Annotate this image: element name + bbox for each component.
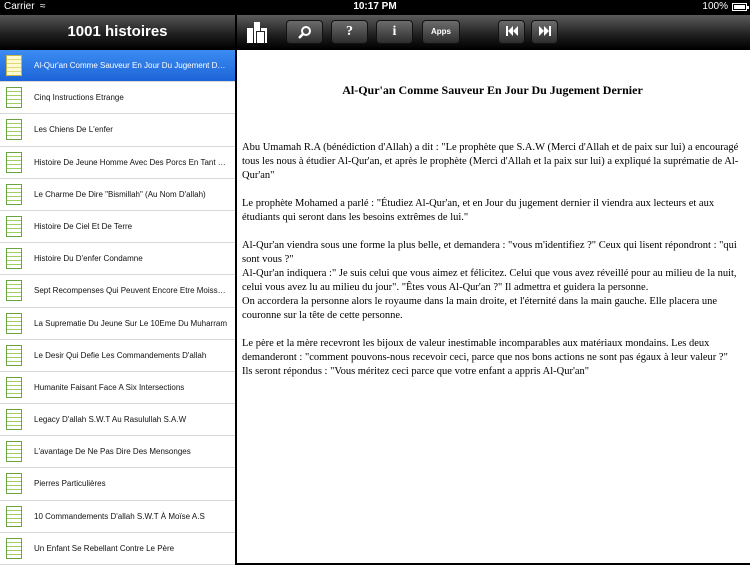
- status-bar: Carrier ≈ 10:17 PM 100%: [0, 0, 750, 15]
- story-list-item[interactable]: L'avantage De Ne Pas Dire Des Mensonges: [0, 436, 235, 469]
- document-icon: [6, 312, 22, 334]
- story-title: Al-Qur'an Comme Sauveur En Jour Du Jugem…: [34, 61, 227, 70]
- article-title: Al-Qur'an Comme Sauveur En Jour Du Jugem…: [342, 83, 643, 97]
- document-icon: [6, 376, 22, 398]
- article-paragraph: Abu Umamah R.A (bénédiction d'Allah) a d…: [242, 142, 739, 181]
- story-list-item[interactable]: Le Charme De Dire "Bismillah" (Au Nom D'…: [0, 178, 235, 211]
- document-icon: [6, 280, 22, 302]
- story-list-item[interactable]: Histoire De Jeune Homme Avec Des Porcs E…: [0, 146, 235, 179]
- document-icon: [6, 537, 22, 559]
- document-icon: [6, 441, 22, 463]
- document-icon: [6, 87, 22, 109]
- clock: 10:17 PM: [353, 1, 397, 12]
- story-title: Histoire De Jeune Homme Avec Des Porcs E…: [34, 157, 227, 167]
- document-icon: [6, 119, 22, 141]
- article-paragraph: Al-Qur'an viendra sous une forme la plus…: [242, 240, 737, 321]
- document-icon: [6, 248, 22, 270]
- story-title: Legacy D'allah S.W.T Au Rasulullah S.A.W: [34, 415, 187, 425]
- story-list-item[interactable]: Pierres Particulières: [0, 468, 235, 501]
- story-title: Humanite Faisant Face A Six Intersection…: [34, 382, 185, 392]
- story-list-item[interactable]: La Suprematie Du Jeune Sur Le 10Eme Du M…: [0, 307, 235, 340]
- story-list-item[interactable]: Histoire Du D'enfer Condamne: [0, 243, 235, 276]
- info-button[interactable]: i: [376, 20, 413, 44]
- story-title: Sept Recompenses Qui Peuvent Encore Etre…: [34, 286, 227, 296]
- story-list-item[interactable]: Cinq Instructions Etrange: [0, 82, 235, 115]
- reader-pane: ? i Apps Al-Qur'an Comme Sauveur En Jour…: [237, 15, 750, 563]
- battery-percent: 100%: [702, 1, 728, 12]
- story-title: La Suprematie Du Jeune Sur Le 10Eme Du M…: [34, 318, 227, 328]
- story-list-item[interactable]: 10 Commandements D'allah S.W.T À Moïse A…: [0, 500, 235, 533]
- story-title: Le Charme De Dire "Bismillah" (Au Nom D'…: [34, 189, 206, 199]
- app-logo-icon[interactable]: [245, 19, 273, 45]
- document-icon: [6, 344, 22, 366]
- story-title: Cinq Instructions Etrange: [34, 93, 124, 103]
- sidebar-title: 1001 histoires: [0, 15, 235, 50]
- toolbar: ? i Apps: [237, 15, 750, 50]
- story-list: Al-Qur'an Comme Sauveur En Jour Du Jugem…: [0, 50, 235, 565]
- skip-forward-icon: [538, 26, 551, 36]
- document-icon: [6, 505, 22, 527]
- story-list-item[interactable]: Sept Recompenses Qui Peuvent Encore Etre…: [0, 275, 235, 308]
- article-body: Abu Umamah R.A (bénédiction d'Allah) a d…: [242, 141, 743, 379]
- story-list-item[interactable]: Le Desir Qui Defie Les Commandements D'a…: [0, 339, 235, 372]
- story-title: L'avantage De Ne Pas Dire Des Mensonges: [34, 447, 191, 457]
- story-list-item[interactable]: Al-Qur'an Comme Sauveur En Jour Du Jugem…: [0, 50, 235, 83]
- document-icon: [6, 151, 22, 173]
- apps-button[interactable]: Apps: [422, 20, 460, 44]
- story-title: 10 Commandements D'allah S.W.T À Moïse A…: [34, 511, 205, 521]
- story-title: Le Desir Qui Defie Les Commandements D'a…: [34, 350, 207, 360]
- help-button[interactable]: ?: [331, 20, 368, 44]
- story-title: Histoire De Ciel Et De Terre: [34, 221, 133, 231]
- article-paragraph: Le père et la mère recevront les bijoux …: [242, 338, 728, 377]
- story-list-item[interactable]: Humanite Faisant Face A Six Intersection…: [0, 371, 235, 405]
- document-icon: [6, 215, 22, 237]
- magnifier-icon: [297, 26, 311, 39]
- document-icon: [6, 183, 22, 205]
- document-icon: [6, 409, 22, 431]
- document-icon: [6, 473, 22, 495]
- search-button[interactable]: [286, 20, 323, 44]
- story-list-item[interactable]: Histoire De Ciel Et De Terre: [0, 210, 235, 244]
- story-title: Pierres Particulières: [34, 479, 106, 489]
- story-title: Les Chiens De L'enfer: [34, 125, 113, 135]
- story-title: Histoire Du D'enfer Condamne: [34, 254, 143, 264]
- article: Al-Qur'an Comme Sauveur En Jour Du Jugem…: [237, 83, 750, 379]
- sidebar: 1001 histoires Al-Qur'an Comme Sauveur E…: [0, 15, 235, 565]
- article-paragraph: Le prophète Mohamed a parlé : "Étudiez A…: [242, 198, 715, 223]
- next-button[interactable]: [531, 20, 558, 44]
- story-list-item[interactable]: Legacy D'allah S.W.T Au Rasulullah S.A.W: [0, 404, 235, 437]
- story-list-item[interactable]: Les Chiens De L'enfer: [0, 114, 235, 147]
- story-list-item[interactable]: Un Enfant Se Rebellant Contre Le Père: [0, 532, 235, 565]
- battery-icon: [732, 3, 749, 11]
- document-icon: [6, 55, 22, 76]
- story-title: Un Enfant Se Rebellant Contre Le Père: [34, 543, 175, 553]
- skip-back-icon: [505, 26, 518, 36]
- previous-button[interactable]: [498, 20, 525, 44]
